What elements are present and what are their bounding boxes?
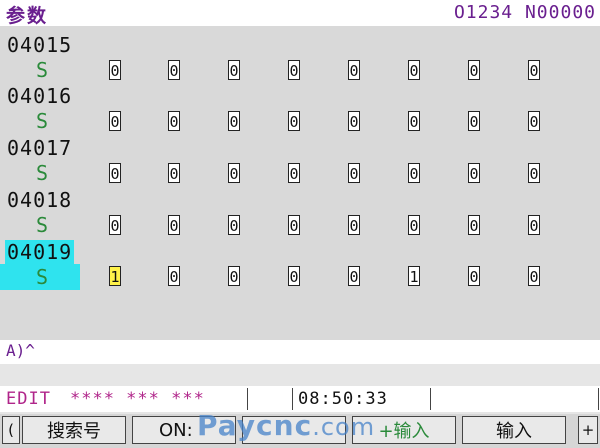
- param-bit[interactable]: 0: [288, 111, 300, 131]
- param-bit[interactable]: 0: [228, 215, 240, 235]
- param-bit[interactable]: 0: [168, 163, 180, 183]
- param-bit[interactable]: 0: [109, 163, 121, 183]
- param-bit[interactable]: 1: [408, 266, 420, 286]
- param-bit[interactable]: 0: [168, 111, 180, 131]
- axis-label-selected: S: [0, 264, 80, 290]
- param-bit[interactable]: 0: [468, 111, 480, 131]
- param-bit[interactable]: 0: [528, 111, 540, 131]
- softkey-prev-button[interactable]: (: [2, 416, 20, 444]
- status-stars: **** *** ***: [70, 389, 205, 409]
- param-bit[interactable]: 0: [228, 111, 240, 131]
- watermark-suffix: .com: [312, 413, 376, 441]
- status-divider: [598, 388, 599, 410]
- param-bit[interactable]: 0: [468, 215, 480, 235]
- param-bit[interactable]: 0: [168, 215, 180, 235]
- axis-label: S: [36, 213, 49, 237]
- param-bit[interactable]: 0: [348, 215, 360, 235]
- status-divider: [430, 388, 431, 410]
- param-bit[interactable]: 0: [348, 60, 360, 80]
- param-bit[interactable]: 0: [348, 111, 360, 131]
- status-divider: [247, 388, 248, 410]
- param-bit[interactable]: 0: [109, 215, 121, 235]
- param-bit[interactable]: 0: [528, 215, 540, 235]
- key-input-line[interactable]: A)^: [0, 340, 600, 364]
- param-bit[interactable]: 0: [228, 266, 240, 286]
- param-number[interactable]: 04018: [5, 188, 74, 212]
- param-bit[interactable]: 0: [228, 163, 240, 183]
- softkey-next-button[interactable]: +: [578, 416, 598, 444]
- input-prompt: A)^: [6, 341, 35, 360]
- param-number-selected[interactable]: 04019: [5, 240, 75, 264]
- param-bit[interactable]: 0: [468, 266, 480, 286]
- watermark: Paycnc.com: [197, 409, 375, 442]
- param-bit[interactable]: 0: [408, 215, 420, 235]
- param-bit[interactable]: 0: [109, 60, 121, 80]
- clock: 08:50:33: [298, 389, 388, 409]
- param-bit[interactable]: 0: [408, 60, 420, 80]
- param-bit[interactable]: 0: [468, 163, 480, 183]
- param-bit-cursor[interactable]: 1: [109, 266, 121, 286]
- param-bit[interactable]: 0: [168, 266, 180, 286]
- axis-label: S: [36, 161, 49, 185]
- param-bit[interactable]: 0: [288, 266, 300, 286]
- title-bar: 参数 O1234 N00000: [0, 0, 600, 27]
- axis-label: S: [36, 109, 49, 133]
- param-bit[interactable]: 0: [168, 60, 180, 80]
- param-bit[interactable]: 0: [288, 215, 300, 235]
- param-bit[interactable]: 0: [408, 111, 420, 131]
- param-bit[interactable]: 0: [109, 111, 121, 131]
- param-bit[interactable]: 0: [288, 163, 300, 183]
- axis-label: S: [36, 58, 49, 82]
- param-bit[interactable]: 0: [228, 60, 240, 80]
- param-number[interactable]: 04017: [5, 136, 74, 160]
- softkey-search-number[interactable]: 搜索号: [22, 416, 126, 444]
- param-bit[interactable]: 0: [528, 163, 540, 183]
- param-bit[interactable]: 0: [288, 60, 300, 80]
- param-bit[interactable]: 0: [348, 163, 360, 183]
- screen-title: 参数: [6, 5, 49, 27]
- param-number[interactable]: 04015: [5, 33, 74, 57]
- param-bit[interactable]: 0: [528, 60, 540, 80]
- program-number: O1234 N00000: [453, 2, 596, 23]
- param-number[interactable]: 04016: [5, 84, 74, 108]
- softkey-input[interactable]: 输入: [462, 416, 566, 444]
- param-bit[interactable]: 0: [468, 60, 480, 80]
- watermark-text: Paycnc: [197, 409, 313, 442]
- param-bit[interactable]: 0: [408, 163, 420, 183]
- parameter-panel: 04015 S 0 0 0 0 0 0 0 0 04016 S 0 0 0 0 …: [0, 26, 600, 341]
- param-bit[interactable]: 0: [528, 266, 540, 286]
- status-divider: [292, 388, 293, 410]
- mode-indicator: EDIT: [6, 389, 51, 409]
- param-bit[interactable]: 0: [348, 266, 360, 286]
